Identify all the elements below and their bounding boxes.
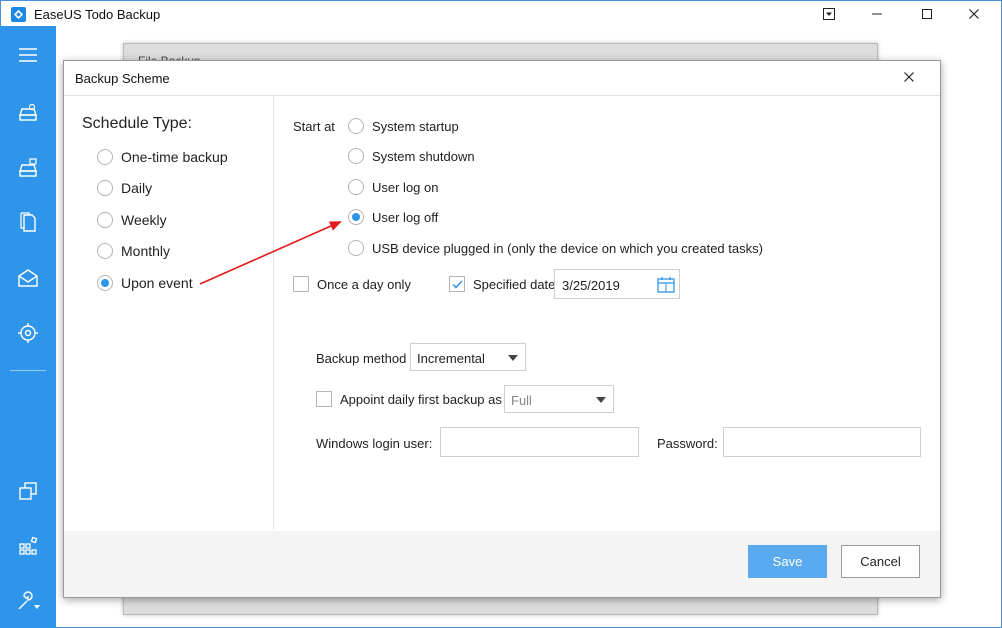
password-input[interactable] bbox=[723, 427, 921, 457]
tools-icon bbox=[18, 591, 40, 610]
nav-divider bbox=[10, 370, 46, 371]
window-menu-button[interactable] bbox=[806, 1, 852, 27]
radio-label: System shutdown bbox=[372, 148, 475, 164]
close-icon bbox=[969, 9, 979, 19]
windows-login-user-input[interactable] bbox=[440, 427, 639, 457]
nav-disk-backup[interactable] bbox=[0, 90, 56, 134]
schedule-upon-event-radio[interactable]: Upon event bbox=[97, 275, 193, 291]
nav-mail-backup[interactable] bbox=[0, 256, 56, 300]
once-a-day-checkbox[interactable]: Once a day only bbox=[293, 276, 411, 292]
checkbox-label: Appoint daily first backup as bbox=[340, 391, 502, 407]
password-label: Password: bbox=[657, 436, 718, 451]
smart-backup-icon bbox=[18, 323, 38, 343]
close-icon bbox=[904, 72, 914, 82]
radio-label: Monthly bbox=[121, 243, 171, 259]
nav-clone[interactable] bbox=[0, 469, 56, 513]
nav-tools[interactable] bbox=[0, 579, 56, 623]
radio-label: One-time backup bbox=[121, 149, 228, 165]
radio-label: Upon event bbox=[121, 275, 193, 291]
radio-indicator bbox=[348, 118, 364, 134]
radio-label: System startup bbox=[372, 118, 459, 134]
cancel-button[interactable]: Cancel bbox=[841, 545, 920, 578]
easeus-logo-icon bbox=[11, 7, 26, 22]
backup-scheme-dialog: Backup Scheme Schedule Type: One-time ba… bbox=[63, 60, 941, 598]
clone-icon bbox=[19, 482, 37, 500]
dialog-header-divider bbox=[64, 95, 940, 96]
checkbox-indicator bbox=[293, 276, 309, 292]
schedule-one-time-radio[interactable]: One-time backup bbox=[97, 149, 228, 165]
system-backup-icon bbox=[19, 158, 37, 177]
radio-indicator bbox=[97, 243, 113, 259]
radio-label: Weekly bbox=[121, 212, 167, 228]
file-backup-icon bbox=[20, 212, 36, 232]
minimize-icon bbox=[872, 13, 882, 15]
nav-system-backup[interactable] bbox=[0, 146, 56, 190]
checkbox-indicator bbox=[316, 391, 332, 407]
radio-indicator bbox=[348, 209, 364, 225]
radio-indicator bbox=[348, 240, 364, 256]
specified-date-checkbox[interactable]: Specified date bbox=[449, 276, 555, 292]
app-sidebar bbox=[0, 26, 56, 628]
disk-backup-icon bbox=[19, 103, 37, 121]
radio-label: User log on bbox=[372, 179, 439, 195]
radio-indicator bbox=[97, 149, 113, 165]
radio-indicator bbox=[348, 148, 364, 164]
nav-file-backup[interactable] bbox=[0, 200, 56, 244]
dialog-title: Backup Scheme bbox=[75, 71, 170, 86]
radio-indicator bbox=[97, 180, 113, 196]
app-title: EaseUS Todo Backup bbox=[34, 7, 161, 22]
maximize-icon bbox=[922, 9, 932, 19]
radio-label: Daily bbox=[121, 180, 153, 196]
apps-icon bbox=[19, 536, 38, 555]
menu-icon bbox=[19, 48, 37, 62]
chevron-down-icon bbox=[508, 355, 518, 361]
checkbox-label: Specified date bbox=[473, 276, 556, 292]
app-titlebar: EaseUS Todo Backup bbox=[0, 0, 1002, 26]
schedule-weekly-radio[interactable]: Weekly bbox=[97, 212, 167, 228]
maximize-button[interactable] bbox=[904, 1, 950, 27]
save-button[interactable]: Save bbox=[748, 545, 827, 578]
calendar-icon[interactable] bbox=[657, 276, 675, 293]
schedule-type-heading: Schedule Type: bbox=[82, 115, 193, 132]
specified-date-value: 3/25/2019 bbox=[562, 278, 620, 293]
appoint-first-backup-select[interactable]: Full bbox=[504, 385, 614, 413]
checkbox-indicator bbox=[449, 276, 465, 292]
event-usb-plugged-radio[interactable]: USB device plugged in (only the device o… bbox=[348, 240, 763, 256]
windows-login-user-label: Windows login user: bbox=[316, 436, 433, 451]
appoint-first-backup-checkbox[interactable]: Appoint daily first backup as bbox=[316, 391, 502, 407]
minimize-button[interactable] bbox=[854, 1, 900, 27]
radio-indicator bbox=[348, 179, 364, 195]
start-at-label: Start at bbox=[293, 119, 335, 134]
dialog-close-button[interactable] bbox=[894, 65, 924, 89]
specified-date-field[interactable]: 3/25/2019 bbox=[554, 269, 680, 299]
checkmark-icon bbox=[451, 279, 463, 289]
backup-method-label: Backup method bbox=[316, 351, 407, 366]
radio-indicator bbox=[97, 275, 113, 291]
dropdown-menu-icon bbox=[823, 8, 835, 20]
event-system-shutdown-radio[interactable]: System shutdown bbox=[348, 148, 475, 164]
radio-indicator bbox=[97, 212, 113, 228]
radio-label: USB device plugged in (only the device o… bbox=[372, 240, 763, 256]
chevron-down-icon bbox=[596, 397, 606, 403]
dialog-column-divider bbox=[273, 96, 274, 530]
checkbox-label: Once a day only bbox=[317, 276, 411, 292]
close-button[interactable] bbox=[951, 1, 997, 27]
event-user-log-on-radio[interactable]: User log on bbox=[348, 179, 438, 195]
backup-method-value: Incremental bbox=[417, 351, 485, 366]
schedule-daily-radio[interactable]: Daily bbox=[97, 180, 152, 196]
schedule-monthly-radio[interactable]: Monthly bbox=[97, 243, 170, 259]
nav-apps[interactable] bbox=[0, 523, 56, 567]
nav-smart-backup[interactable] bbox=[0, 311, 56, 355]
backup-method-select[interactable]: Incremental bbox=[410, 343, 526, 371]
radio-label: User log off bbox=[372, 209, 439, 225]
event-user-log-off-radio[interactable]: User log off bbox=[348, 209, 438, 225]
event-system-startup-radio[interactable]: System startup bbox=[348, 118, 459, 134]
mail-backup-icon bbox=[18, 269, 38, 287]
nav-menu[interactable] bbox=[0, 33, 56, 77]
appoint-first-backup-value: Full bbox=[511, 393, 532, 408]
